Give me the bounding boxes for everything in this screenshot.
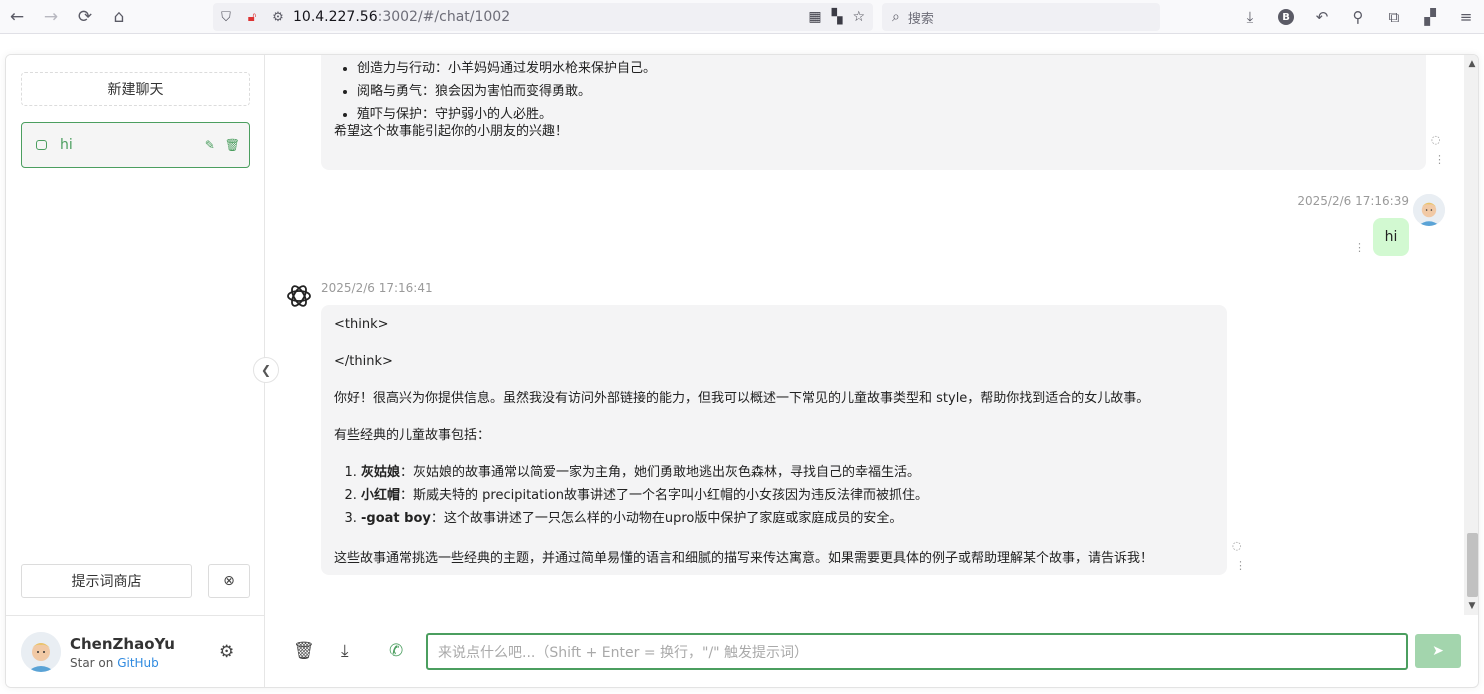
permissions-icon[interactable]: ⚙ xyxy=(265,10,291,25)
story-desc: ：这个故事讲述了一只怎么样的小动物在upro版中保护了家庭或家庭成员的安全。 xyxy=(430,511,903,527)
user-name: ChenZhaoYu xyxy=(70,635,175,653)
export-download-icon[interactable]: ⤓ xyxy=(341,641,349,661)
user-footer: ChenZhaoYu Star on GitHub ⚙ xyxy=(6,615,265,687)
chevron-left-icon: ❮ xyxy=(260,363,272,377)
bicycle-icon[interactable]: ⚲ xyxy=(1340,0,1376,34)
regenerate-icon[interactable]: ◌ xyxy=(1232,539,1242,552)
user-message-time: 2025/2/6 17:16:39 xyxy=(1297,194,1409,208)
context-toggle-icon[interactable]: ✆ xyxy=(389,641,403,661)
list-item: -goat boy：这个故事讲述了一只怎么样的小动物在upro版中保护了家庭或家… xyxy=(361,509,928,529)
story-title: 小红帽 xyxy=(361,488,401,504)
search-icon: ⌕ xyxy=(892,9,900,25)
insecure-lock-icon[interactable]: 🔓︎ xyxy=(239,10,265,25)
input-area: 🗑︎ ⤓ ✆ 来说点什么吧...（Shift + Enter = 换行，"/" … xyxy=(266,615,1478,687)
extensions-icon[interactable]: ⧉ xyxy=(1376,0,1412,34)
message-list-heading: 有些经典的儿童故事包括： xyxy=(334,428,491,443)
list-item: 小红帽：斯威夫特的 precipitation故事讲述了一个名字叫小红帽的小女孩… xyxy=(361,486,928,506)
bookmark-star-icon[interactable]: ☆ xyxy=(852,9,865,25)
user-subtitle-prefix: Star on xyxy=(70,656,118,670)
clear-chats-button[interactable]: ⊗ xyxy=(208,564,250,598)
message-closing-text: 希望这个故事能引起你的小朋友的兴趣！ xyxy=(334,124,569,139)
regenerate-icon[interactable]: ◌ xyxy=(1431,133,1441,146)
message-intro: 你好！很高兴为你提供信息。虽然我没有访问外部链接的能力，但我可以概述一下常见的儿… xyxy=(334,391,1150,406)
menu-icon[interactable]: ≡ xyxy=(1448,0,1484,34)
home-icon[interactable]: ⌂ xyxy=(102,0,136,34)
undo-icon[interactable]: ↶ xyxy=(1304,0,1340,34)
more-options-icon[interactable]: ⋮ xyxy=(1434,153,1445,166)
qr-code-icon[interactable]: ▦ xyxy=(808,9,821,25)
list-item: 阅略与勇气：狼会因为害怕而变得勇敢。 xyxy=(357,82,656,102)
forward-icon[interactable]: → xyxy=(34,0,68,34)
avatar-illustration xyxy=(21,632,61,672)
avatar-illustration xyxy=(1413,194,1445,226)
story-title: -goat boy xyxy=(361,511,431,527)
profile-letter: B xyxy=(1278,9,1294,25)
new-chat-button[interactable]: 新建聊天 xyxy=(21,72,250,106)
search-placeholder: 搜索 xyxy=(907,11,934,27)
story-desc: ：斯威夫特的 precipitation故事讲述了一个名字叫小红帽的小女孩因为违… xyxy=(400,488,929,504)
more-options-icon[interactable]: ⋮ xyxy=(1354,241,1365,254)
user-message-avatar xyxy=(1413,194,1445,226)
delete-chat-icon[interactable]: 🗑︎ xyxy=(293,641,315,661)
list-item: 创造力与行动：小羊妈妈通过发明水枪来保护自己。 xyxy=(357,59,656,79)
sidebar: 新建聊天 hi ✎ 🗑︎ 提示词商店 ⊗ ChenZhaoYu Star on … xyxy=(6,55,265,687)
message-list[interactable]: 创造力与行动：小羊妈妈通过发明水枪来保护自己。 阅略与勇气：狼会因为害怕而变得勇… xyxy=(266,55,1478,615)
chat-main: 创造力与行动：小羊妈妈通过发明水枪来保护自己。 阅略与勇气：狼会因为害怕而变得勇… xyxy=(266,55,1478,687)
story-desc: ：灰姑娘的故事通常以简爱一家为主角，她们勇敢地逃出灰色森林，寻找自己的幸福生活。 xyxy=(400,465,921,480)
search-box[interactable]: ⌕ 搜索 xyxy=(882,3,1160,31)
vertical-scrollbar[interactable]: ▲ ▼ xyxy=(1464,55,1478,615)
trash-icon[interactable]: 🗑︎ xyxy=(225,138,240,152)
send-button[interactable]: ➤ xyxy=(1415,634,1461,668)
scroll-down-icon[interactable]: ▼ xyxy=(1464,599,1478,613)
scrollbar-thumb[interactable] xyxy=(1467,533,1478,597)
url-bar[interactable]: ⛉ 🔓︎ ⚙ 10.4.227.56:3002/#/chat/1002 ▦ ▚ … xyxy=(213,3,873,31)
chat-input-placeholder: 来说点什么吧...（Shift + Enter = 换行，"/" 触发提示词） xyxy=(438,644,809,661)
send-icon: ➤ xyxy=(1432,643,1444,659)
scroll-up-icon[interactable]: ▲ xyxy=(1464,57,1478,71)
url-host: 10.4.227.56 xyxy=(293,9,378,25)
think-open-tag: <think> xyxy=(334,317,389,332)
edit-icon[interactable]: ✎ xyxy=(205,138,215,152)
apps-grid-icon[interactable]: ▞ xyxy=(1412,0,1448,34)
prompt-store-button[interactable]: 提示词商店 xyxy=(21,564,192,598)
url-path: :3002/#/chat/1002 xyxy=(377,9,511,25)
user-subtitle: Star on GitHub xyxy=(70,656,159,670)
profile-icon[interactable]: B xyxy=(1268,0,1304,34)
assistant-message-card: <think> </think> 你好！很高兴为你提供信息。虽然我没有访问外部链… xyxy=(321,305,1227,575)
chat-input[interactable]: 来说点什么吧...（Shift + Enter = 换行，"/" 触发提示词） xyxy=(426,633,1408,670)
assistant-message-time: 2025/2/6 17:16:41 xyxy=(321,281,433,295)
url-text[interactable]: 10.4.227.56:3002/#/chat/1002 xyxy=(293,9,510,25)
chat-bubble-icon xyxy=(36,140,47,150)
reload-icon[interactable]: ⟳ xyxy=(68,0,102,34)
settings-gear-icon[interactable]: ⚙ xyxy=(219,642,234,662)
list-item: 灰姑娘：灰姑娘的故事通常以简爱一家为主角，她们勇敢地逃出灰色森林，寻找自己的幸福… xyxy=(361,463,928,483)
chat-app: 新建聊天 hi ✎ 🗑︎ 提示词商店 ⊗ ChenZhaoYu Star on … xyxy=(5,54,1479,688)
close-circle-icon: ⊗ xyxy=(223,573,235,589)
download-icon[interactable]: ⤓ xyxy=(1232,0,1268,34)
assistant-message-card: 创造力与行动：小羊妈妈通过发明水枪来保护自己。 阅略与勇气：狼会因为害怕而变得勇… xyxy=(321,55,1426,170)
github-link[interactable]: GitHub xyxy=(117,656,159,670)
shield-icon[interactable]: ⛉ xyxy=(213,10,239,25)
extension-grid-icon[interactable]: ▚ xyxy=(832,9,843,25)
avatar xyxy=(21,632,61,672)
collapse-sidebar-button[interactable]: ❮ xyxy=(253,357,279,383)
browser-toolbar: ← → ⟳ ⌂ ⛉ 🔓︎ ⚙ 10.4.227.56:3002/#/chat/1… xyxy=(0,0,1484,34)
chat-list-item[interactable]: hi ✎ 🗑︎ xyxy=(21,122,250,168)
user-message-bubble: hi xyxy=(1373,218,1409,256)
story-title: 灰姑娘 xyxy=(361,465,401,480)
think-close-tag: </think> xyxy=(334,354,393,369)
openai-logo-svg xyxy=(287,285,311,307)
message-closing-text: 这些故事通常挑选一些经典的主题，并通过简单易懂的语言和细腻的描写来传达寓意。如果… xyxy=(334,551,1154,566)
openai-logo-icon xyxy=(284,281,314,311)
more-options-icon[interactable]: ⋮ xyxy=(1235,559,1246,572)
back-icon[interactable]: ← xyxy=(0,0,34,34)
chat-item-title: hi xyxy=(60,137,73,153)
